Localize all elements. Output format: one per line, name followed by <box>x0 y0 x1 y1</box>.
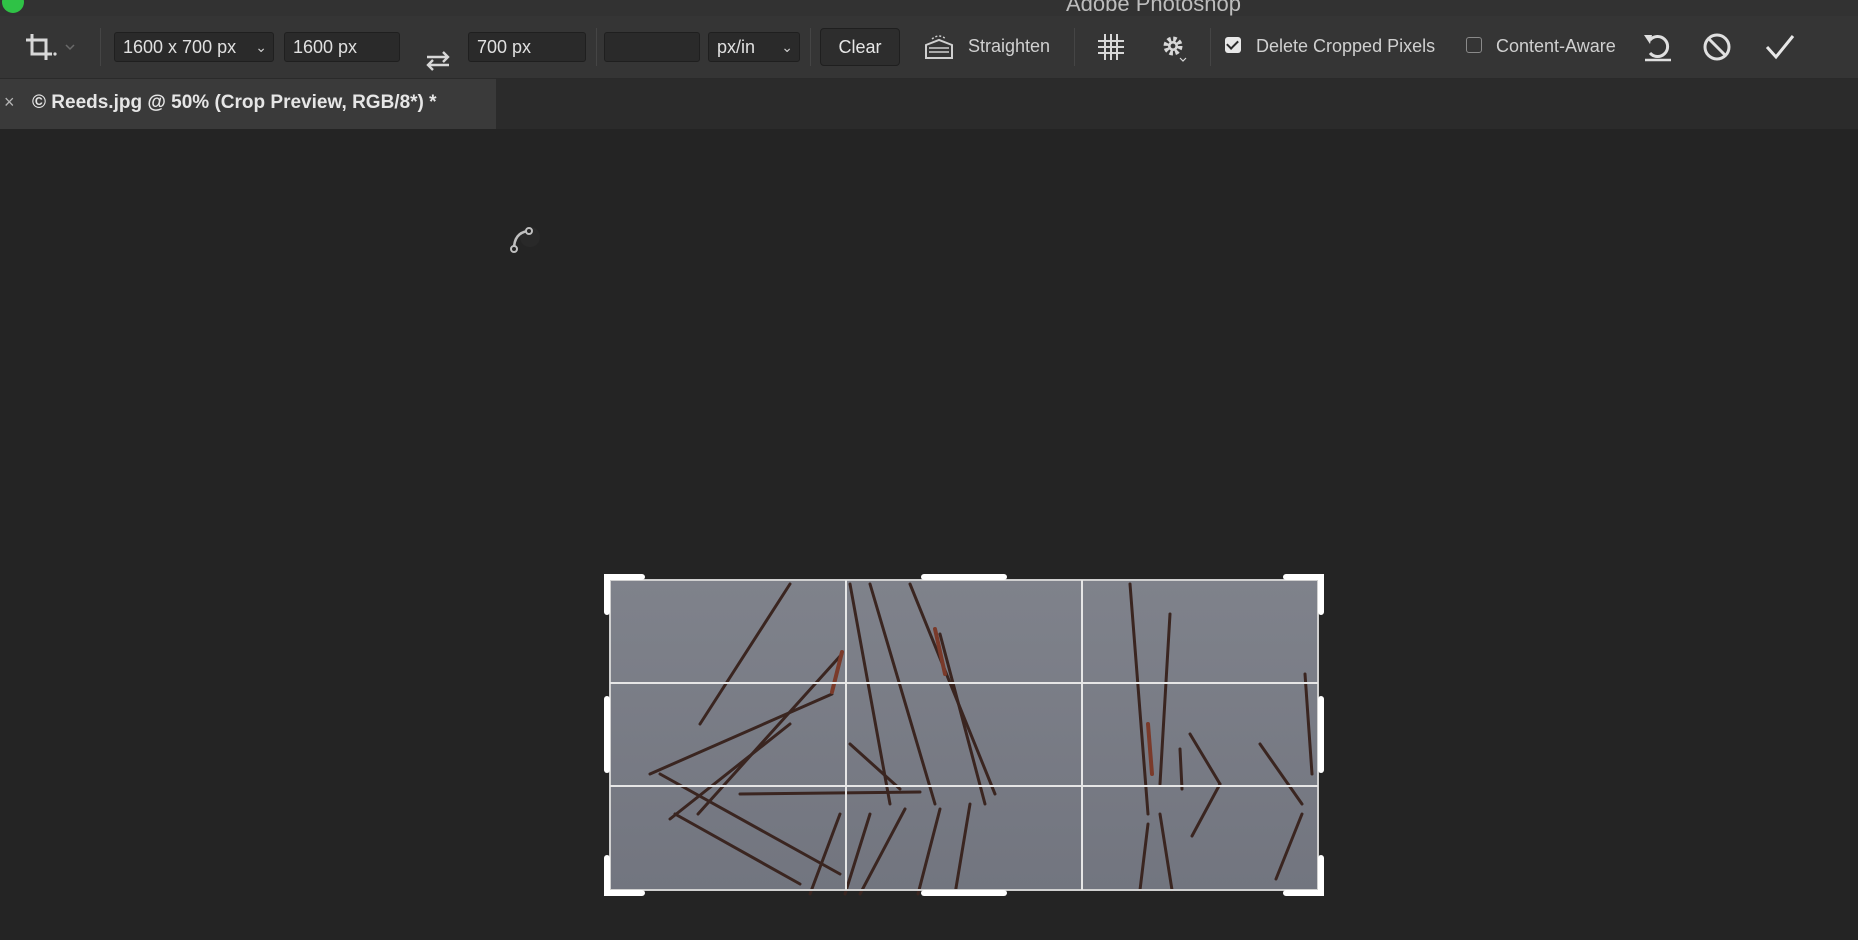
resolution-field[interactable] <box>604 32 700 62</box>
separator <box>596 28 597 66</box>
commit-checkmark-icon[interactable] <box>1762 30 1798 64</box>
reset-icon[interactable] <box>1640 30 1676 64</box>
document-tab-title: © Reeds.jpg @ 50% (Crop Preview, RGB/8*)… <box>32 92 437 113</box>
separator <box>1210 28 1211 66</box>
separator <box>100 28 101 66</box>
width-field[interactable]: 1600 px <box>284 32 400 62</box>
window-title-bar: Adobe Photoshop <box>0 0 1858 16</box>
height-field[interactable]: 700 px <box>468 32 586 62</box>
crop-ratio-value: 1600 x 700 px <box>123 37 237 57</box>
resolution-unit-value: px/in <box>717 37 756 57</box>
straighten-label[interactable]: Straighten <box>968 36 1050 57</box>
window-title: Adobe Photoshop <box>1066 0 1241 16</box>
gear-icon[interactable] <box>1156 30 1190 64</box>
photo-reeds <box>610 580 1318 896</box>
crop-tool-icon[interactable] <box>20 28 80 66</box>
swap-arrows-icon[interactable] <box>420 46 456 76</box>
resolution-unit-dropdown[interactable]: px/in ⌄ <box>708 32 800 62</box>
clear-button[interactable]: Clear <box>820 28 900 66</box>
document-tab[interactable]: × © Reeds.jpg @ 50% (Crop Preview, RGB/8… <box>0 79 496 129</box>
zoom-window-button[interactable] <box>2 0 24 13</box>
delete-cropped-pixels-label[interactable]: Delete Cropped Pixels <box>1256 36 1435 57</box>
separator <box>810 28 811 66</box>
cancel-icon[interactable] <box>1700 30 1734 64</box>
separator <box>1074 28 1075 66</box>
options-bar: 1600 x 700 px ⌄ 1600 px 700 px px/in ⌄ C… <box>0 16 1858 79</box>
content-aware-checkbox[interactable] <box>1466 37 1482 53</box>
document-tab-bar: × © Reeds.jpg @ 50% (Crop Preview, RGB/8… <box>0 79 1858 129</box>
grid-overlay-icon[interactable] <box>1094 30 1128 64</box>
chevron-down-icon: ⌄ <box>781 39 793 55</box>
chevron-down-icon: ⌄ <box>255 39 267 55</box>
delete-cropped-pixels-checkbox[interactable] <box>1225 37 1241 53</box>
close-tab-icon[interactable]: × <box>4 92 15 113</box>
content-aware-label[interactable]: Content-Aware <box>1496 36 1616 57</box>
crop-ratio-dropdown[interactable]: 1600 x 700 px ⌄ <box>114 32 274 62</box>
straighten-icon[interactable] <box>922 32 956 62</box>
rotate-cursor-icon <box>506 221 542 262</box>
crop-box[interactable] <box>600 574 1328 896</box>
